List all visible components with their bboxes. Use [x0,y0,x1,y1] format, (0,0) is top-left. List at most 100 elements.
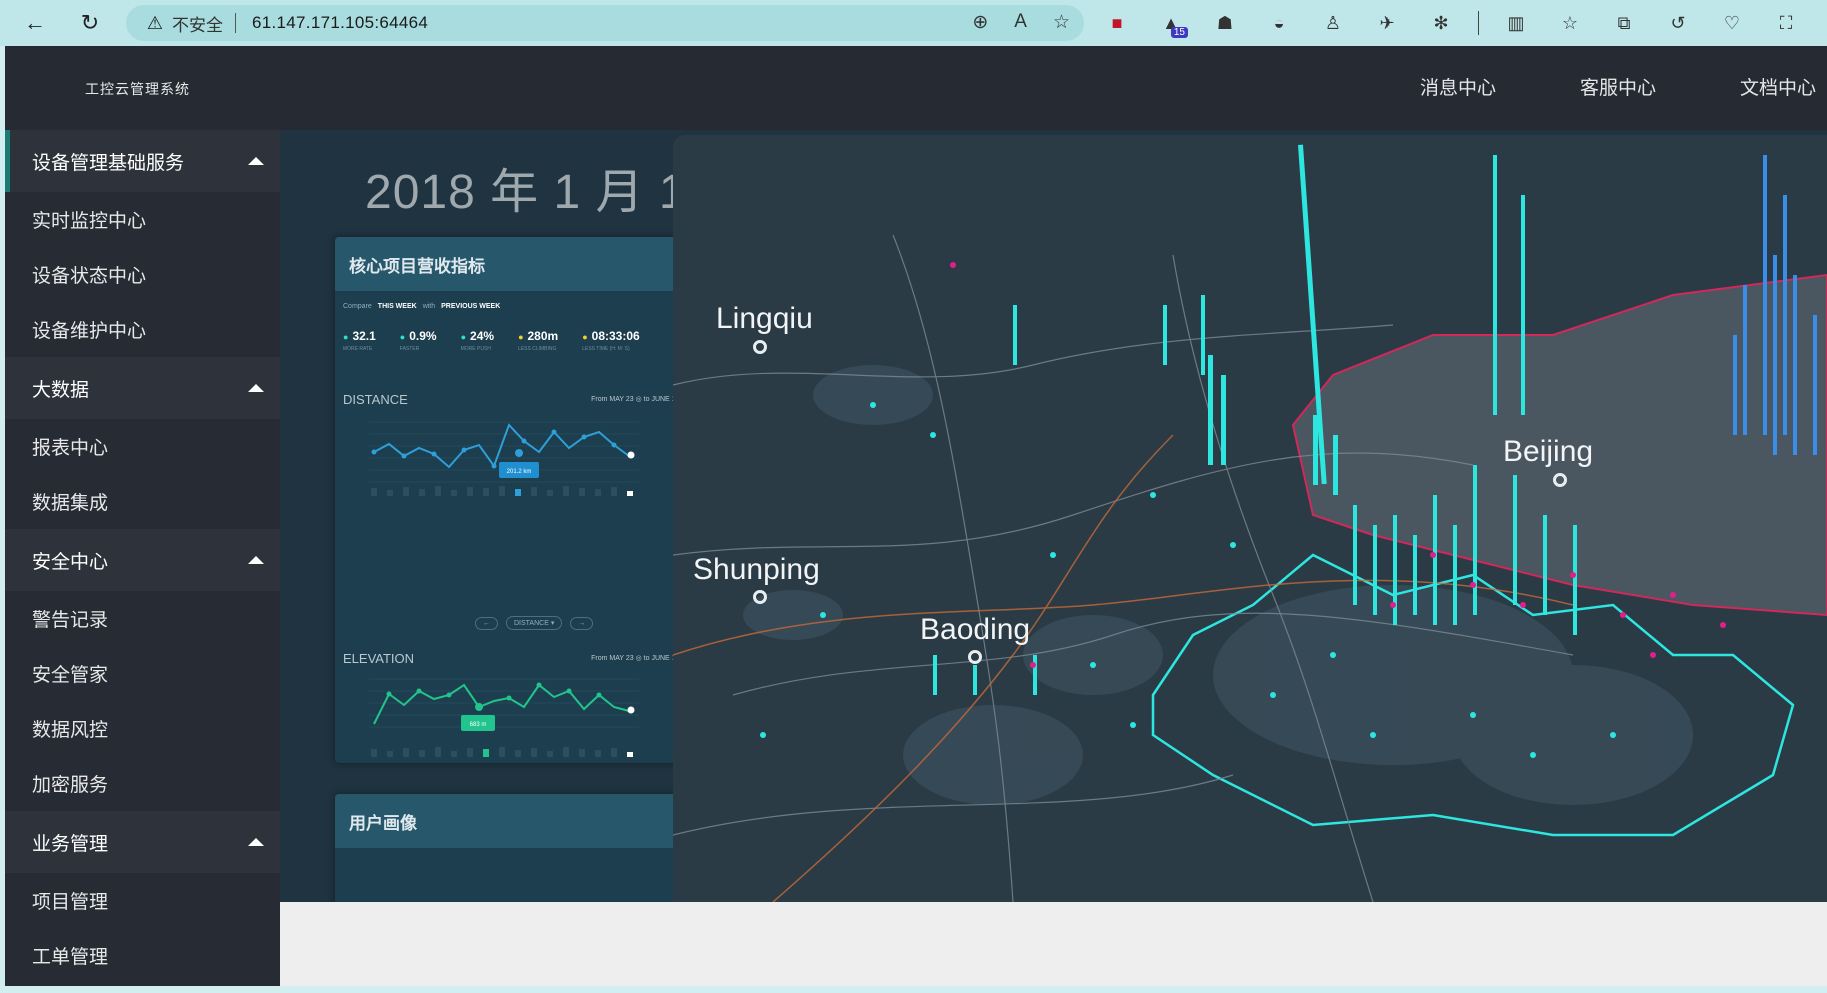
favorites-icon[interactable]: ☆ [1553,6,1587,40]
sidebar-item-data-integration[interactable]: 数据集成 [5,474,280,529]
split-screen-icon[interactable]: ▥ [1499,6,1533,40]
city-map: Lingqiu Shunping Baoding Beijing [673,135,1827,902]
favorite-star-icon[interactable]: ☆ [1053,11,1070,34]
elevation-tooltip-text: 683 m [470,722,487,728]
distance-points [371,429,617,469]
stat-value: 08:33:06 [591,329,640,343]
map-city-shunping: Shunping [693,553,820,586]
distance-chart-label: DISTANCE [343,392,408,407]
caret-up-icon [248,384,264,392]
distance-chart: 201.2 km [369,421,639,496]
distance-bars [371,486,633,496]
url-text: 61.147.171.105:64464 [252,13,429,32]
revenue-panel: 核心项目营收指标 Compare THIS WEEK with PREVIOUS… [335,237,703,763]
elevation-bars [371,747,633,757]
elevation-points [386,682,602,710]
sidebar-item-work-orders[interactable]: 工单管理 [5,928,280,983]
distance-end-point [627,451,635,459]
history-icon[interactable]: ↺ [1661,6,1695,40]
stat-value: 280m [527,329,559,343]
main-content: 2018 年 1 月 1 日 核心项目营收指标 Compare THIS WEE… [280,130,1827,986]
sidebar-item-security-manager[interactable]: 安全管家 [5,646,280,701]
elevation-chart-label: ELEVATION [343,651,415,666]
stat-sub: MORE PUSH [460,346,491,352]
sidebar-item-realtime-monitor[interactable]: 实时监控中心 [5,192,280,247]
elevation-highlight-point [475,703,483,711]
user-profile-panel-title: 用户画像 [335,794,703,848]
sidebar-item-alert-log[interactable]: 警告记录 [5,591,280,646]
sidebar-group-label: 业务管理 [32,833,109,855]
map-city-lingqiu: Lingqiu [716,302,813,335]
stat-value: 24% [470,329,495,343]
caret-up-icon [248,157,264,165]
sidebar-item-reports[interactable]: 报表中心 [5,419,280,474]
screenshot-icon[interactable]: ⛶ [1769,6,1803,40]
distance-highlight-point [515,449,523,457]
app-header: 工控云管理系统 消息中心 客服中心 文档中心 [5,46,1827,129]
read-aloud-icon[interactable]: A [1014,11,1027,34]
map-city-marker [753,340,767,354]
top-nav-support[interactable]: 客服中心 [1580,73,1667,100]
revenue-panel-title: 核心项目营收指标 [335,237,703,291]
security-label: 不安全 [172,15,223,35]
map-city-marker [753,590,767,604]
extension-bird-icon[interactable]: ✈ [1370,6,1404,40]
caret-up-icon [248,556,264,564]
caret-up-icon [248,838,264,846]
distance-tooltip-text: 201.2 km [507,469,532,475]
stats-row: ● 32.1 MORE RATE ● 0.9% FASTER ● 24% MORE PUSH… [343,329,640,352]
map-city-marker [968,650,982,664]
app-logo[interactable]: 工控云管理系统 [85,79,190,99]
elevation-chart: 683 m [369,678,639,757]
sidebar-item-projects[interactable]: 项目管理 [5,873,280,928]
top-nav-messages[interactable]: 消息中心 [1420,73,1507,100]
compare-this-week: THIS WEEK [377,303,417,310]
stat-sub: LESS TIME (H: M: S) [582,346,630,352]
stat-sub: MORE RATE [343,346,373,352]
chart-pager: ← DISTANCE ▾ → [475,616,594,630]
address-divider [235,13,236,33]
map-graphic [673,135,1827,902]
compare-label: Compare [343,303,372,310]
footer-area [280,902,1827,986]
extensions-puzzle-icon[interactable]: ✻ [1424,6,1458,40]
sidebar-group-label: 大数据 [32,379,90,401]
pager-next-button[interactable]: → [570,616,594,630]
pager-prev-button[interactable]: ← [475,616,498,630]
extension-hat-icon[interactable]: ▲ 15 [1154,6,1188,40]
stat-faster: ● 0.9% FASTER [399,329,437,352]
extension-cap-icon[interactable]: ◒ [1262,6,1296,40]
user-profile-panel: 用户画像 [335,794,703,902]
top-nav-docs[interactable]: 文档中心 [1740,73,1827,100]
sidebar-item-device-status[interactable]: 设备状态中心 [5,247,280,302]
top-nav: 消息中心 客服中心 文档中心 [1347,73,1827,100]
extension-ghost-icon[interactable]: ☗ [1208,6,1242,40]
extension-trophy-icon[interactable]: ♙ [1316,6,1350,40]
sidebar-group-label: 设备管理基础服务 [32,152,185,174]
elevation-end-point [627,706,635,714]
back-arrow-icon[interactable]: ← [18,6,52,40]
zoom-icon[interactable]: ⊕ [972,11,988,34]
sidebar-group-big-data[interactable]: 大数据 [5,357,280,419]
stat-climbing: ● 280m LESS CLIMBING [518,329,559,352]
map-city-marker [1553,473,1567,487]
sidebar-group-security[interactable]: 安全中心 [5,529,280,591]
warning-icon: ⚠ [146,12,164,33]
sidebar-group-device-management[interactable]: 设备管理基础服务 [5,130,280,192]
sidebar-item-data-risk[interactable]: 数据风控 [5,701,280,756]
sidebar: 设备管理基础服务 实时监控中心 设备状态中心 设备维护中心 大数据 报表中心 数… [5,130,280,986]
collections-icon[interactable]: ⧉ [1607,6,1641,40]
pager-select[interactable]: DISTANCE ▾ [506,616,563,630]
performance-icon[interactable]: ♡ [1715,6,1749,40]
map-city-beijing: Beijing [1503,435,1594,468]
browser-toolbar: ← ↻ ⚠ 不安全 61.147.171.105:64464 ⊕ A ☆ ■ ▲… [0,0,1827,46]
extension-red-icon[interactable]: ■ [1100,6,1134,40]
dashboard-image: 2018 年 1 月 1 日 核心项目营收指标 Compare THIS WEE… [280,130,1827,902]
sidebar-item-encryption[interactable]: 加密服务 [5,756,280,811]
sidebar-group-business[interactable]: 业务管理 [5,811,280,873]
sidebar-item-device-maintenance[interactable]: 设备维护中心 [5,302,280,357]
sidebar-group-label: 安全中心 [32,551,109,573]
address-bar[interactable]: ⚠ 不安全 61.147.171.105:64464 ⊕ A ☆ [126,5,1084,41]
extension-badge: 15 [1170,27,1188,38]
reload-icon[interactable]: ↻ [73,6,107,40]
